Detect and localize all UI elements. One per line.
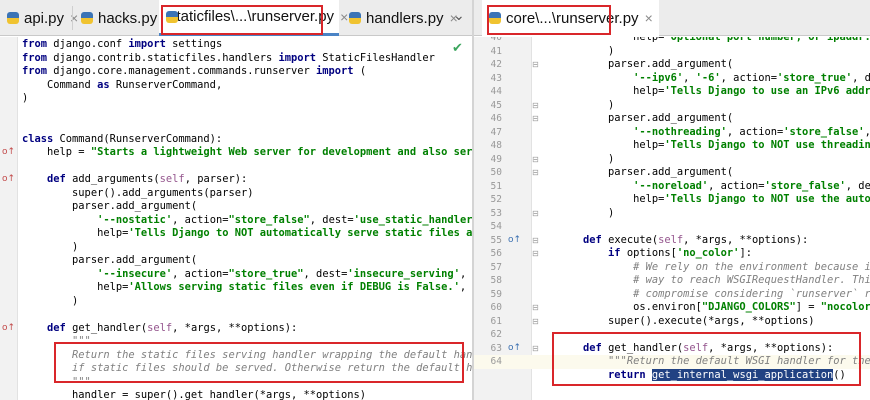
code-line: parser.add_argument( (22, 254, 198, 266)
code-line: '--nothreading', action='store_false', d… (633, 125, 870, 138)
line-number: 46 (490, 113, 502, 124)
tab-label: hacks.py (98, 9, 158, 27)
fold-icon[interactable]: ⊟ (532, 301, 539, 315)
code-line: from django.contrib.staticfiles.handlers… (22, 51, 435, 64)
code-line: # We rely on the environment because it'… (633, 260, 870, 273)
close-icon[interactable]: × (645, 10, 653, 26)
code-line: super().add_arguments(parser) (22, 186, 254, 199)
code-line: super().execute(*args, **options) (558, 314, 815, 327)
code-line: ) (22, 92, 29, 104)
code-line: help='Tells Django to NOT use the auto-r… (558, 193, 870, 205)
line-number: 59 (490, 288, 502, 300)
code-line: '--noreload', action='store_false', dest… (633, 179, 870, 192)
chevron-down-icon[interactable]: ⌄ (453, 8, 465, 24)
code-line: '--insecure', action="store_true", dest=… (97, 267, 467, 280)
line-number: 58 (490, 275, 502, 286)
code-line: '--ipv6', '-6', action='store_true', des… (633, 71, 870, 84)
fold-icon[interactable]: ⊟ (532, 207, 539, 221)
tab-handlers-py[interactable]: handlers.py × (342, 0, 464, 36)
code-line: parser.add_argument( (558, 112, 734, 124)
code-line: help='Tells Django to NOT automatically … (22, 227, 472, 239)
line-number: 55 (490, 234, 502, 246)
line-number: 48 (490, 140, 502, 151)
line-number: 52 (490, 194, 502, 205)
override-marker-icon[interactable]: o↑ (508, 234, 521, 248)
tab-label: handlers.py (366, 9, 444, 27)
line-number: 54 (490, 221, 502, 232)
line-number: 61 (490, 315, 502, 327)
code-line: help='Tells Django to NOT use threading.… (558, 139, 870, 151)
code-line: ) (22, 240, 79, 253)
line-number: 60 (490, 302, 502, 313)
python-file-icon (80, 11, 94, 25)
line-number: 50 (490, 167, 502, 178)
line-number: 57 (490, 261, 502, 273)
code-line: # compromise considering `runserver` run… (633, 287, 870, 300)
code-line: Command as RunserverCommand, (22, 78, 223, 91)
fold-icon[interactable]: ⊟ (532, 153, 539, 167)
code-line: handler = super().get_handler(*args, **o… (22, 389, 367, 400)
inspection-ok-icon[interactable]: ✔ (452, 41, 463, 56)
code-line: parser.add_argument( (558, 166, 734, 178)
line-number: 49 (490, 153, 502, 165)
code-line: if options['no_color']: (608, 247, 752, 259)
python-file-icon (348, 11, 362, 25)
annotation-box-left-tab (161, 5, 323, 35)
fold-icon[interactable]: ⊟ (532, 99, 539, 113)
override-marker-icon[interactable]: o↑ (508, 342, 521, 356)
code-line: from django.core.management.commands.run… (22, 65, 367, 77)
fold-icon[interactable]: ⊟ (532, 247, 539, 261)
line-number: 62 (490, 329, 502, 340)
override-marker-icon[interactable]: o↑ (2, 322, 15, 336)
fold-icon[interactable]: ⊟ (532, 58, 539, 72)
code-line: def get_handler(self, *args, **options): (47, 321, 298, 334)
code-line: parser.add_argument( (22, 200, 198, 212)
fold-icon[interactable]: ⊟ (532, 342, 539, 356)
code-line: ) (558, 98, 615, 111)
code-line: os.environ["DJANGO_COLORS"] = "nocolor" (558, 301, 870, 313)
code-line: # way to reach WSGIRequestHandler. This … (633, 274, 870, 286)
code-line: def add_arguments(self, parser): (47, 173, 248, 185)
line-number: 45 (490, 99, 502, 111)
line-number: 41 (490, 45, 502, 57)
line-number: 44 (490, 86, 502, 97)
fold-icon[interactable]: ⊟ (532, 112, 539, 126)
code-line: help = "Starts a lightweight Web server … (22, 146, 472, 158)
code-line: parser.add_argument( (558, 58, 734, 70)
line-number: 51 (490, 180, 502, 192)
line-number: 56 (490, 248, 502, 259)
fold-icon[interactable]: ⊟ (532, 234, 539, 248)
line-number: 64 (490, 356, 502, 367)
line-number: 43 (490, 72, 502, 84)
code-line: ) (22, 294, 79, 307)
line-number: 47 (490, 126, 502, 138)
tab-label: api.py (24, 9, 65, 27)
line-number: 53 (490, 207, 502, 219)
annotation-box-right-tab (487, 5, 611, 35)
code-line: help='Allows serving static files even i… (22, 281, 467, 293)
code-line: ) (558, 152, 615, 165)
code-line: help='Tells Django to use an IPv6 addres… (558, 85, 870, 97)
line-number: 40 (490, 37, 502, 43)
python-file-icon (6, 11, 20, 25)
line-number: 63 (490, 342, 502, 354)
code-line: ) (558, 206, 615, 219)
annotation-box-left-docstring (54, 342, 464, 383)
fold-icon[interactable]: ⊟ (532, 166, 539, 180)
code-line: ) (558, 44, 615, 57)
code-line: class Command(RunserverCommand): (22, 132, 223, 145)
code-line: from django.conf import settings (22, 38, 223, 50)
annotation-box-right-get-handler (552, 332, 861, 386)
code-line: def execute(self, *args, **options): (583, 233, 809, 246)
code-line: '--nostatic', action="store_false", dest… (97, 213, 472, 226)
override-marker-icon[interactable]: o↑ (2, 173, 15, 187)
override-marker-icon[interactable]: o↑ (2, 146, 15, 160)
fold-icon[interactable]: ⊟ (532, 315, 539, 329)
line-number: 42 (490, 59, 502, 70)
code-line: help='Optional port number, or ipaddr:po… (558, 37, 870, 43)
